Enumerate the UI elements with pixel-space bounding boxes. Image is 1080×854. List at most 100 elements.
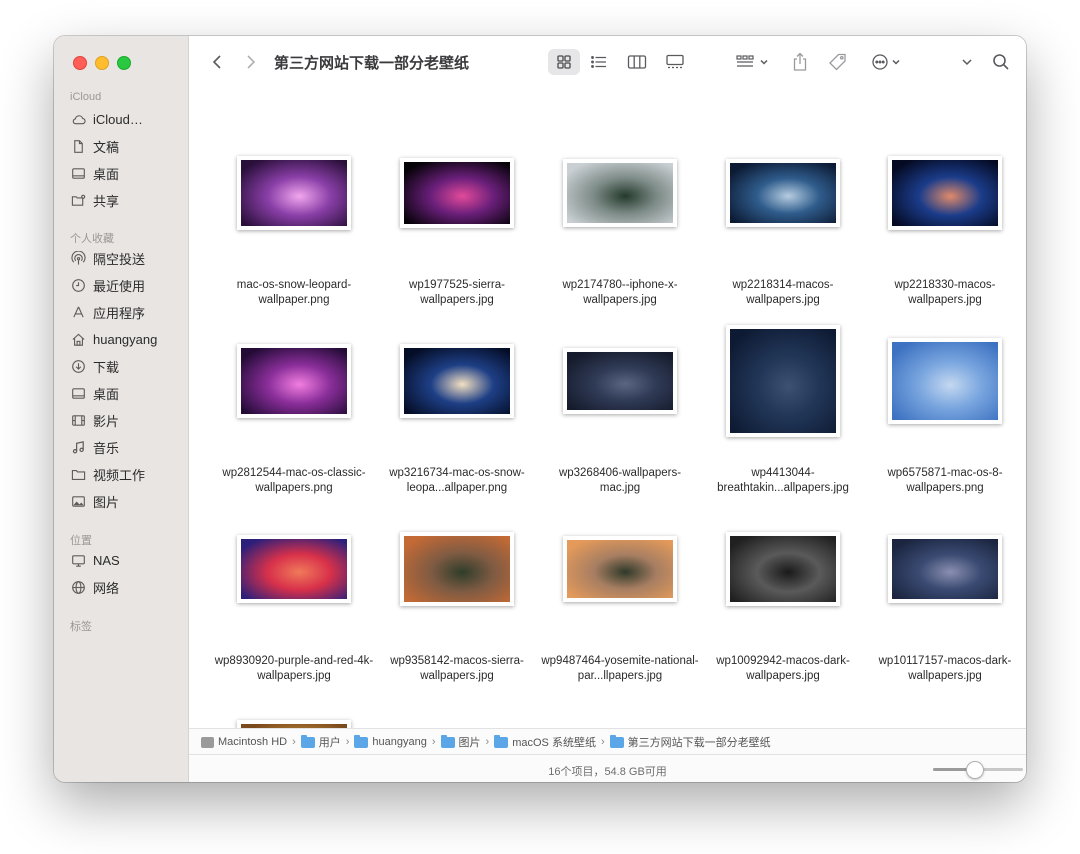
file-item[interactable]: wp2174780--iphone-x-wallpapers.jpg xyxy=(545,133,695,306)
path-crumb-pictures[interactable]: 图片 xyxy=(440,734,481,750)
file-name: wp1977525-sierra-wallpapers.jpg xyxy=(409,279,505,306)
search-icon xyxy=(993,54,1009,70)
crumb-label: macOS 系统壁纸 xyxy=(512,737,596,749)
window-title: 第三方网站下载一部分老壁纸 xyxy=(274,55,470,72)
file-name: wp4413044-breathtakin...allpapers.jpg xyxy=(717,467,849,494)
sidebar-item-desktop[interactable]: 桌面 xyxy=(70,382,186,404)
tag-icon xyxy=(829,53,846,71)
monitor-icon xyxy=(70,552,86,568)
forward-button[interactable] xyxy=(241,50,261,74)
sidebar-item-applications[interactable]: 应用程序 xyxy=(70,301,186,323)
image-thumbnail xyxy=(888,535,1002,603)
folder-icon xyxy=(300,734,315,748)
image-thumbnail xyxy=(726,325,840,437)
back-button[interactable] xyxy=(207,50,227,74)
more-options-button[interactable] xyxy=(869,50,909,74)
folder-icon xyxy=(609,734,624,748)
file-name: wp9358142-macos-sierra-wallpapers.jpg xyxy=(390,655,524,682)
grid-view-icon xyxy=(557,55,571,69)
thumbnail-frame xyxy=(219,697,369,728)
path-bar: Macintosh HD › 用户 › huangyang › 图片 › mac… xyxy=(189,728,1026,755)
share-button[interactable] xyxy=(789,50,811,74)
sidebar-section-tags: 标签 xyxy=(70,621,92,633)
file-item[interactable]: wp8930920-purple-and-red-4k-wallpapers.j… xyxy=(215,509,373,682)
thumbnail-frame xyxy=(708,509,858,629)
home-icon xyxy=(70,331,86,347)
search-button[interactable] xyxy=(989,50,1013,74)
file-item[interactable]: mac-os-snow-leopard-wallpaper.png xyxy=(219,133,369,306)
file-name: wp2174780--iphone-x-wallpapers.jpg xyxy=(562,279,678,306)
file-item[interactable]: wp2218314-macos-wallpapers.jpg xyxy=(708,133,858,306)
sidebar-item-label: 音乐 xyxy=(93,440,120,456)
path-crumb-home[interactable]: huangyang xyxy=(354,734,427,748)
group-by-button[interactable] xyxy=(733,50,773,74)
image-thumbnail xyxy=(237,535,351,603)
path-dropdown-button[interactable] xyxy=(957,50,977,74)
path-crumb-macintosh-hd[interactable]: Macintosh HD xyxy=(201,736,287,748)
finder-window: iCloud iCloud… 文稿 桌面 共享 个人收藏 隔空投送 最近使用 应… xyxy=(54,36,1026,782)
column-view-button[interactable] xyxy=(621,50,653,74)
crumb-label: huangyang xyxy=(372,736,427,748)
sidebar-item-documents[interactable]: 文稿 xyxy=(70,135,186,157)
file-item[interactable]: wp1977525-sierra-wallpapers.jpg xyxy=(382,133,532,306)
file-item[interactable]: wp3268406-wallpapers-mac.jpg xyxy=(545,321,695,494)
shared-folder-icon xyxy=(70,192,86,208)
sidebar-item-pictures[interactable]: 图片 xyxy=(70,490,186,512)
file-item[interactable] xyxy=(219,697,369,728)
gallery-view-icon xyxy=(666,54,684,69)
thumbnail-frame xyxy=(219,321,369,441)
file-item[interactable]: wp10117157-macos-dark-wallpapers.jpg xyxy=(870,509,1020,682)
sidebar-item-video-work[interactable]: 视频工作 xyxy=(70,463,186,485)
file-item[interactable]: wp4413044-breathtakin...allpapers.jpg xyxy=(708,321,858,494)
file-item[interactable]: wp9358142-macos-sierra-wallpapers.jpg xyxy=(382,509,532,682)
file-name: wp10117157-macos-dark-wallpapers.jpg xyxy=(878,655,1012,682)
path-crumb-users[interactable]: 用户 xyxy=(300,734,341,750)
minimize-window-button[interactable] xyxy=(95,56,109,70)
sidebar-item-airdrop[interactable]: 隔空投送 xyxy=(70,247,186,269)
image-thumbnail xyxy=(400,158,514,228)
sidebar-item-shared[interactable]: 共享 xyxy=(70,189,186,211)
sidebar-item-home[interactable]: huangyang xyxy=(70,328,186,350)
slider-knob[interactable] xyxy=(965,761,984,779)
path-crumb-macos-wallpapers[interactable]: macOS 系统壁纸 xyxy=(494,734,596,750)
close-window-button[interactable] xyxy=(73,56,87,70)
cloud-icon xyxy=(70,111,86,127)
sidebar-item-label: 文稿 xyxy=(93,139,120,155)
file-item[interactable]: wp2812544-mac-os-classic-wallpapers.png xyxy=(219,321,369,494)
file-name: wp6575871-mac-os-8-wallpapers.png xyxy=(887,467,1003,494)
sidebar-item-movies[interactable]: 影片 xyxy=(70,409,186,431)
folder-icon xyxy=(494,734,509,748)
image-thumbnail xyxy=(237,156,351,230)
list-view-button[interactable] xyxy=(583,50,615,74)
zoom-window-button[interactable] xyxy=(117,56,131,70)
file-item[interactable]: wp3216734-mac-os-snow-leopa...allpaper.p… xyxy=(382,321,532,494)
file-item[interactable]: wp6575871-mac-os-8-wallpapers.png xyxy=(870,321,1020,494)
applications-icon xyxy=(70,304,86,320)
thumbnail-frame xyxy=(870,321,1020,441)
image-thumbnail xyxy=(237,720,351,728)
sidebar-item-recents[interactable]: 最近使用 xyxy=(70,274,186,296)
more-options-icon xyxy=(872,54,900,70)
icon-view-button[interactable] xyxy=(548,49,580,75)
sidebar-item-label: 网络 xyxy=(93,580,120,596)
thumbnail-frame xyxy=(708,321,858,441)
file-item[interactable]: wp9487464-yosemite-national-par...llpape… xyxy=(541,509,699,682)
tag-button[interactable] xyxy=(826,50,850,74)
sidebar-item-desktop-icloud[interactable]: 桌面 xyxy=(70,162,186,184)
photo-icon xyxy=(70,493,86,509)
sidebar-item-network[interactable]: 网络 xyxy=(70,576,186,598)
file-item[interactable]: wp10092942-macos-dark-wallpapers.jpg xyxy=(708,509,858,682)
sidebar-item-music[interactable]: 音乐 xyxy=(70,436,186,458)
sidebar-item-downloads[interactable]: 下载 xyxy=(70,355,186,377)
image-thumbnail xyxy=(563,536,677,602)
chevron-right-icon: › xyxy=(292,736,296,748)
download-icon xyxy=(70,358,86,374)
image-thumbnail xyxy=(400,532,514,606)
gallery-view-button[interactable] xyxy=(659,50,691,74)
sidebar-item-icloud-drive[interactable]: iCloud… xyxy=(70,108,186,130)
path-crumb-current-folder[interactable]: 第三方网站下载一部分老壁纸 xyxy=(609,734,771,750)
thumbnail-frame xyxy=(382,133,532,253)
sidebar-section-icloud: iCloud xyxy=(70,91,102,103)
sidebar-item-nas[interactable]: NAS xyxy=(70,549,186,571)
file-item[interactable]: wp2218330-macos-wallpapers.jpg xyxy=(870,133,1020,306)
